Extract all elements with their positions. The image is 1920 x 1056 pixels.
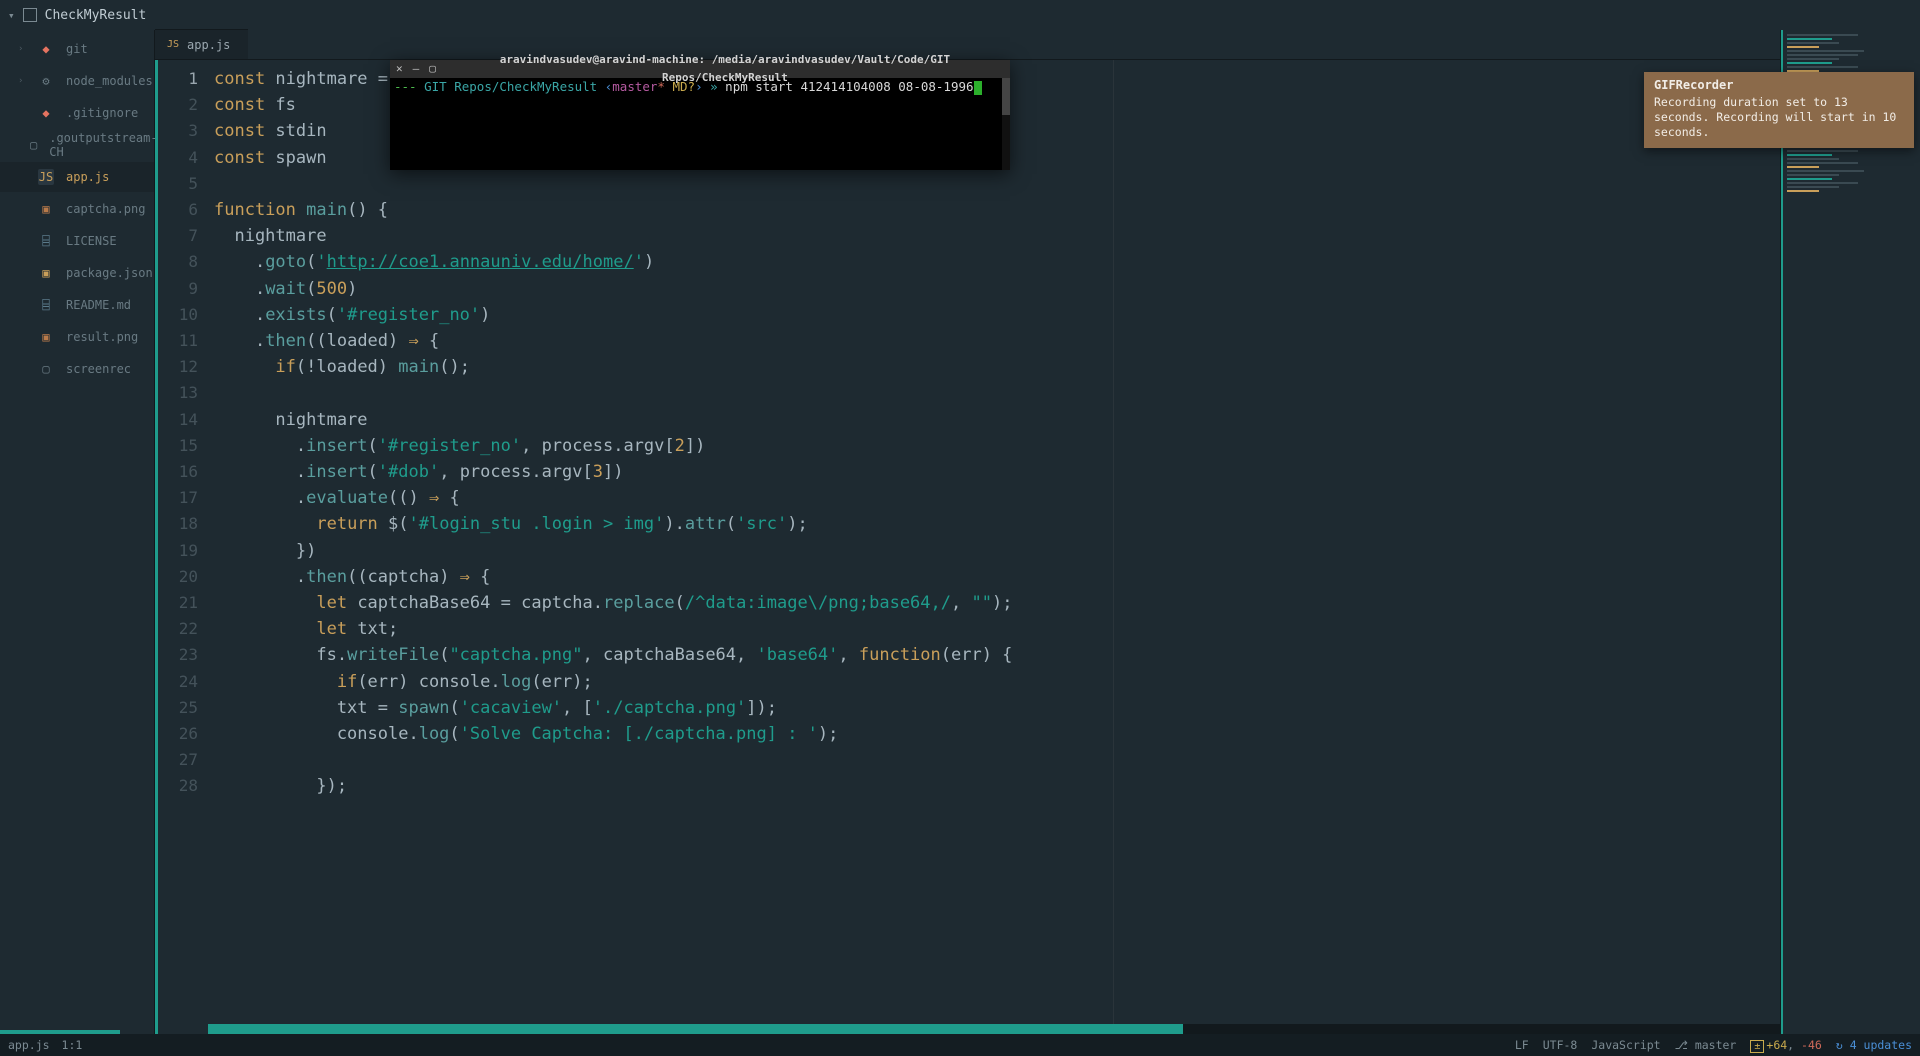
git-diff-icon: ±: [1750, 1040, 1764, 1053]
file-icon: ▢: [38, 361, 54, 377]
expand-chevron-icon[interactable]: ›: [18, 44, 26, 54]
file-tree: › ◆ git › ⚙ node_modules ◆ .gitignore ▢ …: [0, 30, 155, 1034]
titlebar: ▾ CheckMyResult: [0, 0, 1920, 30]
status-cursor[interactable]: 1:1: [62, 1038, 83, 1052]
terminal-body[interactable]: --- GIT Repos/CheckMyResult ‹master* MD?…: [390, 78, 1010, 96]
tree-label: LICENSE: [66, 234, 117, 248]
tree-label: .goutputstream-CH: [49, 131, 157, 159]
tree-item-license[interactable]: ⌸ LICENSE: [0, 226, 154, 256]
terminal-scrollbar[interactable]: [1002, 78, 1010, 170]
tree-item-node-modules[interactable]: › ⚙ node_modules: [0, 66, 154, 96]
tree-label: .gitignore: [66, 106, 138, 120]
tree-item-readme[interactable]: ⌸ README.md: [0, 290, 154, 320]
json-icon: ▣: [38, 265, 54, 281]
tree-item-result[interactable]: ▣ result.png: [0, 322, 154, 352]
project-name: CheckMyResult: [45, 8, 147, 23]
tree-label: package.json: [66, 266, 153, 280]
status-bar: app.js 1:1 LF UTF-8 JavaScript ⎇ master …: [0, 1034, 1920, 1056]
line-gutter: 1234567891011121314151617181920212223242…: [158, 60, 208, 1034]
tree-item-git[interactable]: › ◆ git: [0, 34, 154, 64]
tree-label: app.js: [66, 170, 109, 184]
terminal-minimize-icon[interactable]: –: [413, 60, 420, 78]
terminal-cursor: [974, 81, 982, 95]
terminal-window[interactable]: ✕ – ▢ aravindvasudev@aravind-machine: /m…: [390, 60, 1010, 170]
git-icon: ◆: [38, 41, 54, 57]
file-icon: ▢: [30, 137, 37, 153]
tree-label: README.md: [66, 298, 131, 312]
git-icon: ◆: [38, 105, 54, 121]
project-chevron-icon[interactable]: ▾: [8, 9, 15, 22]
js-icon: JS: [38, 169, 54, 185]
license-icon: ⌸: [38, 233, 54, 249]
editor-body[interactable]: 1234567891011121314151617181920212223242…: [155, 60, 1780, 1034]
expand-chevron-icon[interactable]: ›: [18, 76, 26, 86]
notification-toast[interactable]: GIFRecorder Recording duration set to 13…: [1644, 72, 1914, 148]
status-encoding[interactable]: UTF-8: [1543, 1038, 1578, 1052]
git-branch-icon: ⎇: [1675, 1038, 1688, 1052]
status-language[interactable]: JavaScript: [1591, 1038, 1660, 1052]
tree-item-goutputstream[interactable]: ▢ .goutputstream-CH: [0, 130, 154, 160]
project-folder-icon: [23, 8, 37, 22]
editor-pane: JS app.js 123456789101112131415161718192…: [155, 30, 1780, 1034]
terminal-maximize-icon[interactable]: ▢: [429, 60, 436, 78]
tree-item-package[interactable]: ▣ package.json: [0, 258, 154, 288]
status-eol[interactable]: LF: [1515, 1038, 1529, 1052]
status-branch[interactable]: ⎇ master: [1675, 1038, 1737, 1052]
tree-item-captcha[interactable]: ▣ captcha.png: [0, 194, 154, 224]
tree-item-appjs[interactable]: JS app.js: [0, 162, 154, 192]
status-git-diff[interactable]: ±+64, -46: [1750, 1038, 1821, 1052]
toast-body: Recording duration set to 13 seconds. Re…: [1654, 95, 1904, 140]
markdown-icon: ⌸: [38, 297, 54, 313]
terminal-close-icon[interactable]: ✕: [396, 60, 403, 78]
tree-label: git: [66, 42, 88, 56]
tab-appjs[interactable]: JS app.js: [155, 29, 248, 59]
toast-title: GIFRecorder: [1654, 78, 1904, 93]
tree-label: node_modules: [66, 74, 153, 88]
editor-ruler: [1113, 60, 1114, 1034]
tab-label: app.js: [187, 38, 230, 52]
terminal-titlebar[interactable]: ✕ – ▢ aravindvasudev@aravind-machine: /m…: [390, 60, 1010, 78]
tree-label: screenrec: [66, 362, 131, 376]
code-area[interactable]: const nightmare = require('nightmare')({…: [208, 60, 1780, 1034]
tree-item-gitignore[interactable]: ◆ .gitignore: [0, 98, 154, 128]
status-file[interactable]: app.js: [8, 1038, 50, 1052]
minimap[interactable]: [1780, 30, 1920, 1034]
minimap-scroll-indicator: [1781, 30, 1783, 1034]
status-updates[interactable]: ↻ 4 updates: [1836, 1038, 1912, 1052]
image-icon: ▣: [38, 201, 54, 217]
tree-label: captcha.png: [66, 202, 145, 216]
tree-label: result.png: [66, 330, 138, 344]
gear-icon: ⚙: [38, 73, 54, 89]
updates-icon: ↻: [1836, 1038, 1843, 1052]
image-icon: ▣: [38, 329, 54, 345]
js-icon: JS: [167, 39, 179, 50]
tree-item-screenrec[interactable]: ▢ screenrec: [0, 354, 154, 384]
editor-h-scrollbar[interactable]: [208, 1024, 1780, 1034]
